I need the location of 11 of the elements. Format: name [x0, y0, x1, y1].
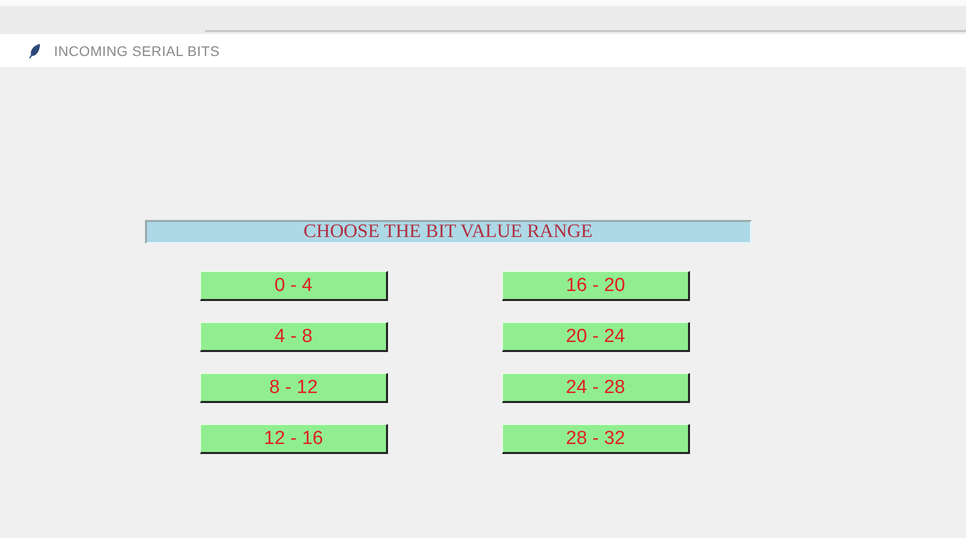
range-button[interactable]: 20 - 24: [502, 322, 690, 352]
heading-label: CHOOSE THE BIT VALUE RANGE: [144, 220, 752, 244]
range-button[interactable]: 24 - 28: [502, 373, 690, 403]
range-button[interactable]: 16 - 20: [502, 271, 690, 301]
range-button[interactable]: 0 - 4: [200, 271, 388, 301]
range-button[interactable]: 28 - 32: [502, 424, 690, 454]
feather-icon: [28, 42, 42, 58]
range-button[interactable]: 12 - 16: [200, 424, 388, 454]
window-title: INCOMING SERIAL BITS: [54, 42, 220, 58]
range-button[interactable]: 8 - 12: [200, 373, 388, 403]
range-button[interactable]: 4 - 8: [200, 322, 388, 352]
